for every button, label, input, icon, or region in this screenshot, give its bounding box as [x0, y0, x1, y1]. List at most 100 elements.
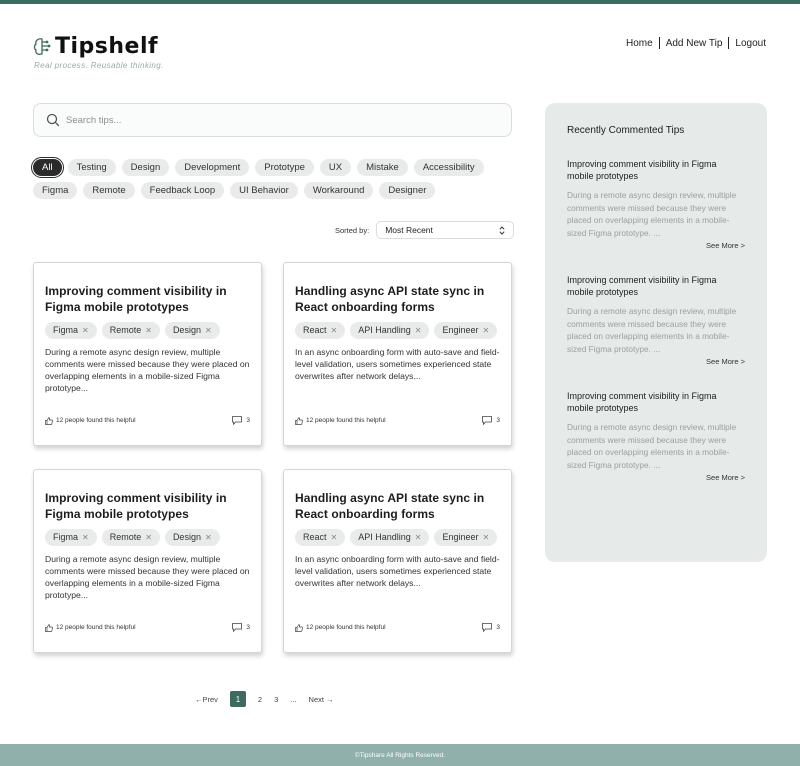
sort-label: Sorted by:: [335, 225, 370, 235]
pagination-next[interactable]: Next →: [309, 695, 334, 704]
thumbs-up-icon: [45, 623, 53, 632]
helpful-count[interactable]: 12 people found this helpful: [45, 416, 136, 425]
sidebar-tip-item: Improving comment visibility in Figma mo…: [567, 390, 745, 482]
tag-chip[interactable]: Remote ✕: [101, 529, 160, 546]
helpful-count[interactable]: 12 people found this helpful: [45, 623, 136, 632]
tag-chip[interactable]: Engineer ✕: [434, 529, 498, 546]
helpful-count[interactable]: 12 people found this helpful: [295, 416, 386, 425]
tag-chip[interactable]: API Handling ✕: [350, 322, 430, 339]
helpful-text: 12 people found this helpful: [306, 417, 386, 424]
filter-chip-accessibility[interactable]: Accessibility: [413, 159, 484, 176]
tip-card-excerpt: In an async onboarding form with auto-sa…: [295, 554, 500, 588]
filter-chip-designer[interactable]: Designer: [379, 182, 436, 199]
brand-logo[interactable]: Tipshelf: [33, 34, 158, 59]
search-input[interactable]: [66, 114, 466, 126]
comment-count[interactable]: 3: [482, 623, 500, 632]
see-more-link[interactable]: See More >: [567, 473, 745, 482]
close-icon[interactable]: ✕: [331, 529, 338, 546]
tip-card-title[interactable]: Improving comment visibility in Figma mo…: [45, 490, 250, 522]
filter-chip-figma[interactable]: Figma: [33, 182, 78, 199]
see-more-link[interactable]: See More >: [567, 357, 745, 366]
filter-chip-feedback-loop[interactable]: Feedback Loop: [140, 182, 225, 199]
tag-chip[interactable]: Engineer ✕: [434, 322, 498, 339]
tip-card-title[interactable]: Handling async API state sync in React o…: [295, 283, 500, 315]
comment-icon: [232, 416, 243, 425]
tip-card[interactable]: Handling async API state sync in React o…: [283, 469, 512, 653]
page-footer: ©Tipshare All Rights Reserved.: [0, 744, 800, 766]
nav-logout-link[interactable]: Logout: [729, 38, 766, 49]
filter-chip-all[interactable]: All: [31, 157, 64, 178]
close-icon[interactable]: ✕: [145, 322, 152, 339]
tag-chip[interactable]: Figma ✕: [45, 529, 97, 546]
sidebar-tip-title[interactable]: Improving comment visibility in Figma mo…: [567, 390, 745, 414]
comment-count[interactable]: 3: [232, 416, 250, 425]
filter-chip-prototype[interactable]: Prototype: [255, 159, 314, 176]
nav-add-tip-link[interactable]: Add New Tip: [660, 38, 729, 49]
sort-select[interactable]: Most Recent: [376, 221, 515, 239]
recent-comments-sidebar: Recently Commented Tips Improving commen…: [545, 103, 767, 562]
sort-value: Most Recent: [385, 225, 433, 235]
filter-chip-ui-behavior[interactable]: UI Behavior: [230, 182, 298, 199]
tip-card-title[interactable]: Handling async API state sync in React o…: [295, 490, 500, 522]
sidebar-tip-excerpt: During a remote async design review, mul…: [567, 190, 737, 238]
brain-icon: [33, 37, 51, 55]
pagination-ellipsis: ...: [290, 694, 297, 704]
filter-chip-testing[interactable]: Testing: [67, 159, 116, 176]
helpful-count[interactable]: 12 people found this helpful: [295, 623, 386, 632]
close-icon[interactable]: ✕: [205, 322, 212, 339]
close-icon[interactable]: ✕: [415, 529, 422, 546]
sidebar-title: Recently Commented Tips: [567, 125, 685, 136]
tip-card[interactable]: Improving comment visibility in Figma mo…: [33, 469, 262, 653]
sidebar-tip-title[interactable]: Improving comment visibility in Figma mo…: [567, 158, 745, 182]
tag-chip[interactable]: React ✕: [295, 322, 346, 339]
close-icon[interactable]: ✕: [82, 529, 89, 546]
thumbs-up-icon: [45, 416, 53, 425]
close-icon[interactable]: ✕: [205, 529, 212, 546]
tag-chip[interactable]: API Handling ✕: [350, 529, 430, 546]
filter-chip-ux[interactable]: UX: [319, 159, 352, 176]
close-icon[interactable]: ✕: [145, 529, 152, 546]
tip-card-tags: React ✕ API Handling ✕ Engineer ✕: [295, 322, 500, 339]
tip-card-tags: Figma ✕ Remote ✕ Design ✕: [45, 322, 250, 339]
filter-chip-mistake[interactable]: Mistake: [357, 159, 408, 176]
tip-card-tags: Figma ✕ Remote ✕ Design ✕: [45, 529, 250, 546]
tip-card-title[interactable]: Improving comment visibility in Figma mo…: [45, 283, 250, 315]
search-icon: [46, 113, 60, 127]
tip-card[interactable]: Improving comment visibility in Figma mo…: [33, 262, 262, 446]
sidebar-tip-excerpt: During a remote async design review, mul…: [567, 306, 737, 354]
helpful-text: 12 people found this helpful: [56, 417, 136, 424]
comment-icon: [482, 416, 493, 425]
tag-chip[interactable]: React ✕: [295, 529, 346, 546]
pagination-page-3[interactable]: 3: [274, 695, 278, 704]
comment-count-text: 3: [246, 624, 250, 631]
tip-card[interactable]: Handling async API state sync in React o…: [283, 262, 512, 446]
pagination-prev[interactable]: ←Prev: [195, 695, 218, 704]
tip-card-footer: 12 people found this helpful 3: [295, 416, 500, 425]
tip-card-footer: 12 people found this helpful 3: [45, 416, 250, 425]
close-icon[interactable]: ✕: [483, 322, 490, 339]
tag-chip[interactable]: Design ✕: [164, 529, 220, 546]
filter-chip-development[interactable]: Development: [175, 159, 250, 176]
tip-card-footer: 12 people found this helpful 3: [45, 623, 250, 632]
search-bar[interactable]: [33, 103, 512, 137]
pagination-page-1[interactable]: 1: [229, 691, 246, 707]
close-icon[interactable]: ✕: [483, 529, 490, 546]
filter-chip-design[interactable]: Design: [121, 159, 170, 176]
close-icon[interactable]: ✕: [331, 322, 338, 339]
tag-chip[interactable]: Remote ✕: [101, 322, 160, 339]
tag-chip[interactable]: Figma ✕: [45, 322, 97, 339]
filter-chip-workaround[interactable]: Workaround: [303, 182, 374, 199]
comment-count[interactable]: 3: [232, 623, 250, 632]
tip-card-footer: 12 people found this helpful 3: [295, 623, 500, 632]
nav-home-link[interactable]: Home: [620, 38, 659, 49]
filter-chip-remote[interactable]: Remote: [83, 182, 135, 199]
comment-count[interactable]: 3: [482, 416, 500, 425]
close-icon[interactable]: ✕: [82, 322, 89, 339]
tag-chip[interactable]: Design ✕: [164, 322, 220, 339]
sidebar-tip-title[interactable]: Improving comment visibility in Figma mo…: [567, 274, 745, 298]
pagination-page-2[interactable]: 2: [258, 695, 262, 704]
close-icon[interactable]: ✕: [415, 322, 422, 339]
tip-card-excerpt: During a remote async design review, mul…: [45, 347, 250, 393]
see-more-link[interactable]: See More >: [567, 241, 745, 250]
top-accent-bar: [0, 0, 800, 4]
